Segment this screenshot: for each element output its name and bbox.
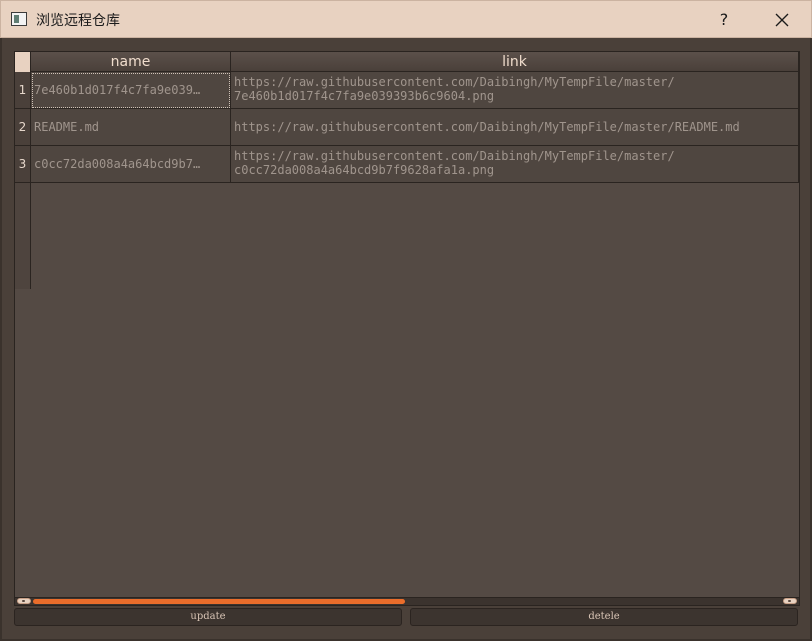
table-cell-name[interactable]: README.md [31,109,231,146]
table-cell-link[interactable]: https://raw.githubusercontent.com/Daibin… [231,72,799,109]
horizontal-scrollbar[interactable] [15,597,799,605]
table-corner-button[interactable] [15,52,31,72]
update-button[interactable]: update [14,608,402,626]
table-cell-link[interactable]: https://raw.githubusercontent.com/Daibin… [231,146,799,183]
column-header-link[interactable]: link [231,52,799,72]
close-icon [775,13,789,27]
link-line: c0cc72da008a4a64bcd9b7f9628afa1a.png [234,163,495,177]
row-header-2[interactable]: 2 [15,109,31,146]
table-cell-link[interactable]: https://raw.githubusercontent.com/Daibin… [231,109,799,146]
scroll-right-button[interactable] [783,598,797,604]
link-line: https://raw.githubusercontent.com/Daibin… [234,120,740,134]
repo-table[interactable]: name link 1 7e460b1d017f4c7fa9e039… http… [14,51,800,606]
scroll-left-button[interactable] [17,598,31,604]
scrollbar-thumb[interactable] [33,599,405,604]
title-bar: 浏览远程仓库 ? [0,0,812,38]
row-header-empty-area [15,183,31,289]
table-cell-name[interactable]: 7e460b1d017f4c7fa9e039… [31,72,231,109]
window-content: name link 1 7e460b1d017f4c7fa9e039… http… [2,38,810,639]
column-header-name[interactable]: name [31,52,231,72]
window-title: 浏览远程仓库 [36,13,120,29]
link-line: 7e460b1d017f4c7fa9e039393b6c9604.png [234,89,495,103]
link-line: https://raw.githubusercontent.com/Daibin… [234,149,675,163]
help-button[interactable]: ? [701,5,747,35]
app-icon [11,12,27,26]
link-line: https://raw.githubusercontent.com/Daibin… [234,75,675,89]
table-cell-name[interactable]: c0cc72da008a4a64bcd9b7… [31,146,231,183]
row-header-3[interactable]: 3 [15,146,31,183]
delete-button[interactable]: detele [410,608,798,626]
close-button[interactable] [759,5,805,35]
row-header-1[interactable]: 1 [15,72,31,109]
